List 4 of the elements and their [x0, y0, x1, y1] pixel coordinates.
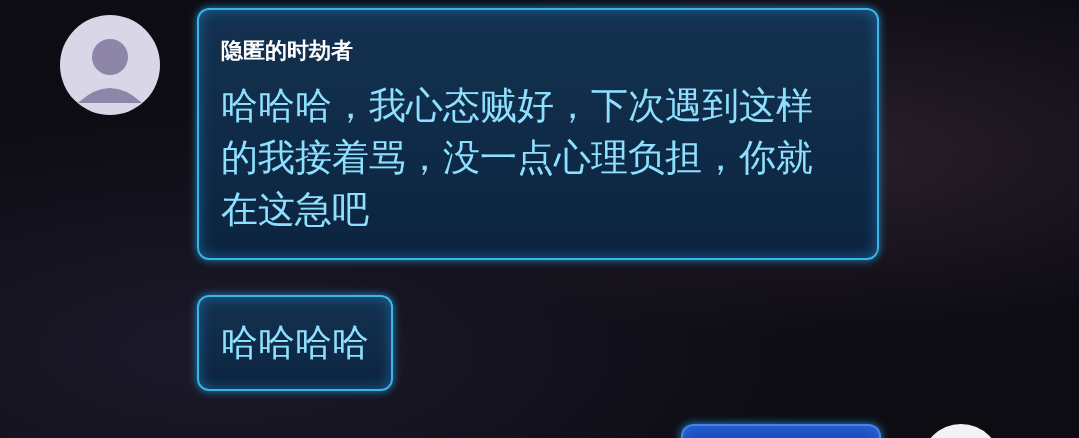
sender-name: 隐匿的时劫者: [221, 37, 354, 65]
message-text: 哈哈哈哈: [221, 320, 369, 366]
message-text: 哈哈哈，我心态贼好，下次遇到这样的我接着骂，没一点心理负担，你就在这急吧: [221, 83, 814, 233]
avatar[interactable]: [60, 15, 160, 115]
